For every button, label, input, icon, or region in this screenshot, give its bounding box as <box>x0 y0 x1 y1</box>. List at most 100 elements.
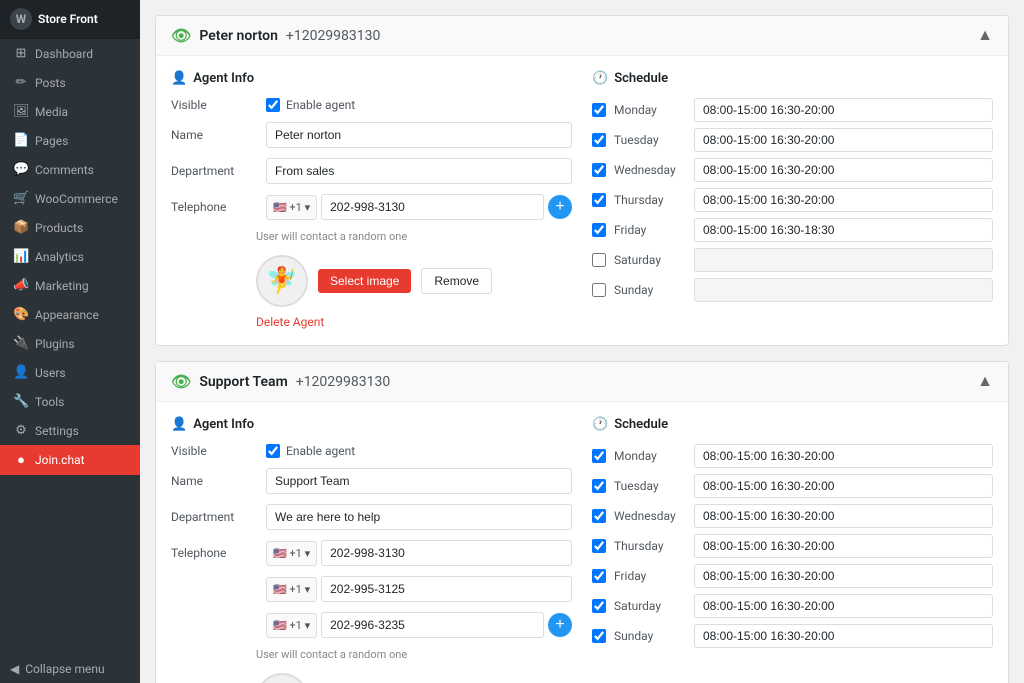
schedule-time-input[interactable] <box>694 128 993 152</box>
schedule-time-input[interactable] <box>694 594 993 618</box>
sidebar-item-dashboard[interactable]: ⊞ Dashboard <box>0 39 140 68</box>
department-row-support: Department <box>171 504 572 530</box>
add-phone-button-support[interactable]: + <box>548 613 572 637</box>
sidebar-item-pages[interactable]: 📄 Pages <box>0 126 140 155</box>
telephone-row-support-0: Telephone 🇺🇸 +1 ▾ <box>171 540 572 566</box>
sidebar-item-plugins[interactable]: 🔌 Plugins <box>0 329 140 358</box>
collapse-menu[interactable]: ◀ Collapse menu <box>0 655 140 683</box>
settings-icon: ⚙ <box>13 423 29 438</box>
schedule-day-label: Friday <box>614 223 686 237</box>
schedule-day-checkbox[interactable] <box>592 133 606 147</box>
agent-card-body-support: 👤 Agent Info Visible Enable agent Name D… <box>156 402 1008 683</box>
schedule-day-checkbox[interactable] <box>592 193 606 207</box>
agent-info-title: 👤 Agent Info <box>171 71 572 86</box>
delete-agent-link[interactable]: Delete Agent <box>256 315 324 329</box>
schedule-day-checkbox[interactable] <box>592 599 606 613</box>
eye-icon: 👁 <box>171 372 191 391</box>
schedule-day-checkbox[interactable] <box>592 539 606 553</box>
schedule-row: Thursday <box>592 534 993 558</box>
sidebar-item-settings[interactable]: ⚙ Settings <box>0 416 140 445</box>
sidebar-item-products[interactable]: 📦 Products <box>0 213 140 242</box>
sidebar-item-label: Appearance <box>35 308 99 322</box>
schedule-time-input[interactable] <box>694 504 993 528</box>
schedule-day-checkbox[interactable] <box>592 253 606 267</box>
schedule-day-checkbox[interactable] <box>592 103 606 117</box>
phone-number-input-support-2[interactable] <box>321 612 544 638</box>
tools-icon: 🔧 <box>13 394 29 409</box>
sidebar-item-label: Join.chat <box>35 453 85 467</box>
phone-row-support-0: 🇺🇸 +1 ▾ <box>266 540 572 566</box>
avatar-area: 🧚 Select image Remove <box>256 255 572 307</box>
schedule-time-input[interactable] <box>694 98 993 122</box>
schedule-day-checkbox[interactable] <box>592 509 606 523</box>
schedule-day-checkbox[interactable] <box>592 479 606 493</box>
remove-button[interactable]: Remove <box>421 268 492 294</box>
sidebar-item-users[interactable]: 👤 Users <box>0 358 140 387</box>
department-input[interactable] <box>266 158 572 184</box>
schedule-day-label: Monday <box>614 449 686 463</box>
sidebar-item-appearance[interactable]: 🎨 Appearance <box>0 300 140 329</box>
enable-agent-checkbox[interactable] <box>266 98 280 112</box>
name-row-support: Name <box>171 468 572 494</box>
join-chat-icon: ● <box>13 452 29 468</box>
sidebar-item-woocommerce[interactable]: 🛒 WooCommerce <box>0 184 140 213</box>
agent-header-peter-norton: 👁 Peter norton +12029983130 ▲ <box>156 16 1008 56</box>
country-select-support-1[interactable]: 🇺🇸 +1 ▾ <box>266 577 317 602</box>
schedule-day-label: Friday <box>614 569 686 583</box>
phone-number-input[interactable] <box>321 194 544 220</box>
schedule-day-checkbox[interactable] <box>592 569 606 583</box>
enable-agent-checkbox-support[interactable] <box>266 444 280 458</box>
sidebar-item-media[interactable]: 🖼 Media <box>0 97 140 126</box>
schedule-time-input[interactable] <box>694 564 993 588</box>
schedule-time-input[interactable] <box>694 624 993 648</box>
schedule-time-input[interactable] <box>694 188 993 212</box>
sidebar-item-analytics[interactable]: 📊 Analytics <box>0 242 140 271</box>
phone-number-input-support-1[interactable] <box>321 576 572 602</box>
schedule-time-input[interactable] <box>694 158 993 182</box>
media-icon: 🖼 <box>13 104 29 119</box>
wp-logo-icon: W <box>10 8 32 30</box>
country-select[interactable]: 🇺🇸 +1 ▾ <box>266 195 317 220</box>
schedule-time-input[interactable] <box>694 474 993 498</box>
name-input[interactable] <box>266 122 572 148</box>
main-content: 👁 Peter norton +12029983130 ▲ 👤 Agent In… <box>140 0 1024 683</box>
country-select-support-0[interactable]: 🇺🇸 +1 ▾ <box>266 541 317 566</box>
country-select-support-2[interactable]: 🇺🇸 +1 ▾ <box>266 613 317 638</box>
schedule-time-input[interactable] <box>694 444 993 468</box>
avatar-area-support: 🧑‍⚕️ Select image Remove <box>256 673 572 683</box>
schedule-day-checkbox[interactable] <box>592 223 606 237</box>
department-input-support[interactable] <box>266 504 572 530</box>
schedule-time-input[interactable] <box>694 534 993 558</box>
schedule-day-checkbox[interactable] <box>592 629 606 643</box>
schedule-day-checkbox[interactable] <box>592 283 606 297</box>
add-phone-button[interactable]: + <box>548 195 572 219</box>
name-label-support: Name <box>171 474 256 488</box>
agent-header-phone: +12029983130 <box>286 28 381 44</box>
schedule-day-checkbox[interactable] <box>592 449 606 463</box>
schedule-time-input[interactable] <box>694 218 993 242</box>
clock-icon: 🕐 <box>592 417 608 432</box>
select-image-button[interactable]: Select image <box>318 269 411 293</box>
sidebar-item-posts[interactable]: ✏ Posts <box>0 68 140 97</box>
sidebar-item-label: Posts <box>35 76 66 90</box>
sidebar: W Store Front ⊞ Dashboard ✏ Posts 🖼 Medi… <box>0 0 140 683</box>
schedule-day-label: Tuesday <box>614 133 686 147</box>
avatar: 🧚 <box>256 255 308 307</box>
schedule-row: Friday <box>592 564 993 588</box>
telephone-label-support: Telephone <box>171 546 256 560</box>
visible-row-support: Visible Enable agent <box>171 444 572 458</box>
agent-header-left: 👁 Peter norton +12029983130 <box>171 26 380 45</box>
name-row: Name <box>171 122 572 148</box>
sidebar-item-join-chat[interactable]: ● Join.chat <box>0 445 140 475</box>
name-input-support[interactable] <box>266 468 572 494</box>
agent-header-left-support: 👁 Support Team +12029983130 <box>171 372 390 391</box>
sidebar-item-marketing[interactable]: 📣 Marketing <box>0 271 140 300</box>
sidebar-item-comments[interactable]: 💬 Comments <box>0 155 140 184</box>
collapse-button[interactable]: ▲ <box>977 373 993 391</box>
schedule-day-checkbox[interactable] <box>592 163 606 177</box>
schedule-days-peter: MondayTuesdayWednesdayThursdayFridaySatu… <box>592 98 993 302</box>
sidebar-item-tools[interactable]: 🔧 Tools <box>0 387 140 416</box>
phone-number-input-support-0[interactable] <box>321 540 572 566</box>
agent-info-title-support: 👤 Agent Info <box>171 417 572 432</box>
collapse-button[interactable]: ▲ <box>977 27 993 45</box>
